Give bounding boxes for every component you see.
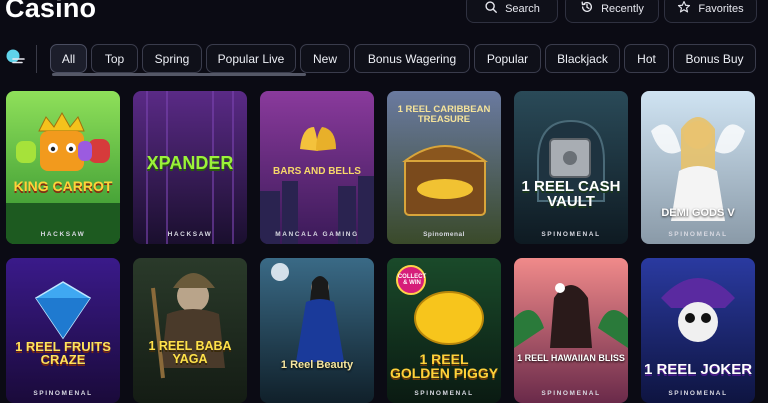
favorites-button[interactable]: Favorites xyxy=(664,0,757,23)
game-thumbnail xyxy=(6,258,120,403)
tab-bonus-wagering[interactable]: Bonus Wagering xyxy=(354,44,470,73)
game-thumbnail xyxy=(641,91,755,244)
search-button-label: Search xyxy=(505,2,540,15)
game-card-reel-joker[interactable]: 1 REEL JOKER SPINOMENAL xyxy=(641,258,755,403)
tab-new[interactable]: New xyxy=(300,44,350,73)
tab-popular[interactable]: Popular xyxy=(474,44,541,73)
tab-blackjack[interactable]: Blackjack xyxy=(545,44,620,73)
game-title: 1 REEL CASH VAULT xyxy=(521,178,621,210)
game-provider: SPINOMENAL xyxy=(541,231,601,238)
game-card-caribbean-treasure[interactable]: 1 REEL CARIBBEAN TREASURE Spinomenal xyxy=(387,91,501,244)
game-title: BARS AND BELLS xyxy=(273,166,361,177)
game-card-demi-gods-v[interactable]: DEMI GODS V SPINOMENAL xyxy=(641,91,755,244)
filter-divider xyxy=(36,45,37,73)
category-filter-bar: All Top Spring Popular Live New Bonus Wa… xyxy=(0,42,768,76)
game-card-reel-beauty[interactable]: 1 Reel Beauty xyxy=(260,258,374,403)
game-card-golden-piggy[interactable]: COLLECT & WIN 1 REEL GOLDEN PIGGY SPINOM… xyxy=(387,258,501,403)
game-title: 1 REEL BABA YAGA xyxy=(148,339,232,366)
game-provider: SPINOMENAL xyxy=(668,231,728,238)
game-title: KING CARROT xyxy=(13,178,113,194)
tab-top[interactable]: Top xyxy=(91,44,138,73)
menu-toggle-icon[interactable] xyxy=(4,47,26,69)
tab-all[interactable]: All xyxy=(50,44,87,73)
game-title: XPANDER xyxy=(146,153,234,173)
game-provider: HACKSAW xyxy=(40,231,86,238)
game-provider: SPINOMENAL xyxy=(33,390,93,397)
game-card-hawaiian-bliss[interactable]: 1 REEL HAWAIIAN BLISS SPINOMENAL xyxy=(514,258,628,403)
favorites-button-label: Favorites xyxy=(698,2,744,15)
game-card-baba-yaga[interactable]: 1 REEL BABA YAGA xyxy=(133,258,247,403)
search-button[interactable]: Search xyxy=(466,0,558,23)
tab-spring[interactable]: Spring xyxy=(142,44,202,73)
page-title: Casino xyxy=(5,0,97,23)
game-provider: SPINOMENAL xyxy=(541,390,601,397)
tab-hot[interactable]: Hot xyxy=(624,44,669,73)
game-provider: Spinomenal xyxy=(423,231,465,238)
filter-scrollbar[interactable] xyxy=(52,73,306,76)
game-title: 1 REEL FRUITS CRAZE xyxy=(15,339,111,367)
search-icon xyxy=(484,0,498,17)
game-title: 1 REEL HAWAIIAN BLISS xyxy=(517,353,625,363)
game-title: 1 Reel Beauty xyxy=(280,359,354,371)
game-provider: HACKSAW xyxy=(167,231,213,238)
game-card-king-carrot[interactable]: KING CARROT HACKSAW xyxy=(6,91,120,244)
game-thumbnail xyxy=(6,91,120,244)
game-provider: MANCALA GAMING xyxy=(275,231,359,238)
game-thumbnail xyxy=(514,258,628,403)
game-thumbnail xyxy=(514,91,628,244)
tab-bonus-buy[interactable]: Bonus Buy xyxy=(673,44,756,73)
game-thumbnail xyxy=(260,258,374,403)
history-icon xyxy=(580,0,594,17)
game-provider: SPINOMENAL xyxy=(668,390,728,397)
game-title: 1 REEL GOLDEN PIGGY xyxy=(389,351,499,381)
game-provider: SPINOMENAL xyxy=(414,390,474,397)
game-title: DEMI GODS V xyxy=(661,207,735,219)
star-icon xyxy=(677,0,691,17)
game-card-fruits-craze[interactable]: 1 REEL FRUITS CRAZE SPINOMENAL xyxy=(6,258,120,403)
game-thumbnail xyxy=(641,258,755,403)
game-card-cash-vault[interactable]: 1 REEL CASH VAULT SPINOMENAL xyxy=(514,91,628,244)
recently-button[interactable]: Recently xyxy=(565,0,659,23)
game-title: 1 REEL CARIBBEAN TREASURE xyxy=(397,104,491,125)
game-card-xpander[interactable]: XPANDER HACKSAW xyxy=(133,91,247,244)
recently-button-label: Recently xyxy=(601,2,644,15)
tab-popular-live[interactable]: Popular Live xyxy=(206,44,296,73)
game-thumbnail xyxy=(133,258,247,403)
game-badge: COLLECT & WIN xyxy=(397,274,427,286)
game-card-bars-and-bells[interactable]: BARS AND BELLS MANCALA GAMING xyxy=(260,91,374,244)
game-title: 1 REEL JOKER xyxy=(643,361,753,378)
